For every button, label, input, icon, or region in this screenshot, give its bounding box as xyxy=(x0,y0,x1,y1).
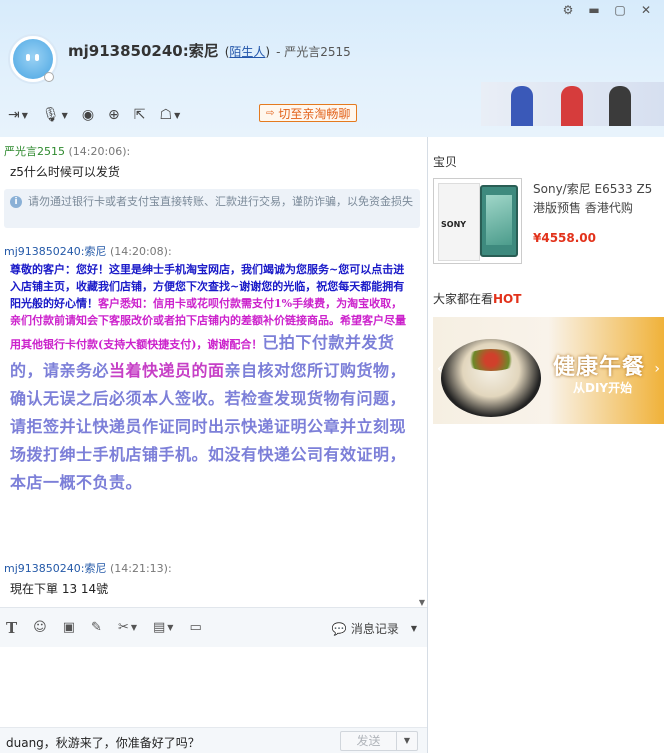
close-icon[interactable]: ✕ xyxy=(638,2,654,18)
header-ad-banner[interactable] xyxy=(481,82,664,126)
maximize-icon[interactable]: ▢ xyxy=(612,2,628,18)
transfer-file-icon[interactable]: ⇥ ▼ xyxy=(8,104,28,126)
message-text: 現在下單 13 14號 xyxy=(10,582,109,596)
message-time: (14:20:08): xyxy=(109,245,172,258)
ad-food-image xyxy=(441,339,541,417)
message-time: (14:21:13): xyxy=(109,562,172,575)
edit-icon[interactable]: ✎ xyxy=(91,620,102,635)
promo-text[interactable]: duang，秋游来了，你准备好了吗？ xyxy=(6,734,200,751)
screen-icon[interactable]: ▭ xyxy=(189,620,201,635)
image-icon[interactable]: ▣ xyxy=(63,620,75,635)
scroll-down-icon[interactable]: ▼ xyxy=(419,598,425,607)
emoji-icon[interactable]: ☺ xyxy=(33,620,47,635)
message-item: 严光言2515 (14:20:06): z5什么时候可以发货 xyxy=(0,143,130,180)
contact-name[interactable]: mj913850240:索尼 xyxy=(68,40,219,61)
status-icon xyxy=(44,72,54,82)
product-section-title: 宝贝 xyxy=(433,155,458,169)
send-options-icon[interactable]: ▼ xyxy=(397,732,417,750)
message-item: mj913850240:索尼 (14:21:13): 現在下單 13 14號 xyxy=(0,560,172,597)
switch-icon: ⇨ xyxy=(266,107,275,119)
security-notice: i 请勿通过银行卡或者支付宝直接转账、汇款进行交易，谨防诈骗，以免资金损失 xyxy=(4,189,420,228)
add-contact-icon[interactable]: ⊕ xyxy=(108,104,120,126)
product-price: ¥4558.00 xyxy=(533,231,597,245)
scissors-icon[interactable]: ✂ ▼ xyxy=(118,620,137,635)
product-image[interactable]: SONY xyxy=(433,178,522,264)
font-icon[interactable]: T xyxy=(6,619,17,637)
bottom-bar: duang，秋游来了，你准备好了吗？ 发送 ▼ xyxy=(0,727,427,753)
chat-history[interactable]: 严光言2515 (14:20:06): z5什么时候可以发货 i 请勿通过银行卡… xyxy=(0,137,427,607)
minimize-icon[interactable]: ▬ xyxy=(586,2,602,18)
message-sender[interactable]: mj913850240:索尼 xyxy=(4,562,106,575)
message-item: mj913850240:索尼 (14:20:08): xyxy=(0,243,172,259)
contact-title: mj913850240:索尼 (陌生人) - 严光言2515 xyxy=(68,40,351,61)
chevron-down-icon[interactable]: ▼ xyxy=(411,624,417,633)
lunch-ad-banner[interactable]: 健康午餐 从DIY开始 ‹ › xyxy=(433,317,664,424)
table-icon[interactable]: ▤ ▼ xyxy=(153,620,173,635)
switch-chat-button[interactable]: ⇨ 切至亲淘畅聊 xyxy=(259,104,358,122)
shop-auto-reply: 尊敬的客户：您好！这里是绅士手机淘宝网店，我们竭诚为您服务~您可以点击进入店铺主… xyxy=(10,263,407,492)
message-input[interactable] xyxy=(0,647,427,727)
banner-model-image xyxy=(561,86,583,126)
message-sender[interactable]: 严光言2515 xyxy=(4,145,65,158)
hot-section-title: 大家都在看HOT xyxy=(433,292,522,306)
banner-model-image xyxy=(511,86,533,126)
product-name[interactable]: Sony/索尼 E6533 Z5港版预售 香港代购 xyxy=(533,180,659,218)
history-icon: 💬 xyxy=(331,621,347,636)
message-sender[interactable]: mj913850240:索尼 xyxy=(4,245,106,258)
chat-toolbar: ⇥ ▼ 🎙 ▼ ◉ ⊕ ⇱ ☖ ▼ xyxy=(8,104,180,126)
history-button[interactable]: 💬 消息记录 ▼ xyxy=(332,620,417,637)
relation-badge: (陌生人) xyxy=(224,45,271,59)
relation-link[interactable]: 陌生人 xyxy=(229,45,265,59)
chevron-right-icon[interactable]: › xyxy=(654,361,660,377)
info-icon: i xyxy=(10,196,22,208)
microphone-icon[interactable]: 🎙 ▼ xyxy=(42,104,68,126)
banner-model-image xyxy=(609,86,631,126)
window-controls: ⚙ ▬ ▢ ✕ xyxy=(560,2,654,18)
settings-icon[interactable]: ⚙ xyxy=(560,2,576,18)
video-call-icon[interactable]: ◉ xyxy=(82,104,94,126)
message-time: (14:20:06): xyxy=(68,145,131,158)
remote-assist-icon[interactable]: ☖ ▼ xyxy=(160,104,181,126)
message-text: z5什么时候可以发货 xyxy=(10,165,120,179)
input-toolbar: T ☺ ▣ ✎ ✂ ▼ ▤ ▼ ▭ 💬 消息记录 ▼ xyxy=(0,607,427,647)
screen-share-icon[interactable]: ⇱ xyxy=(134,104,146,126)
contact-extra: - 严光言2515 xyxy=(276,45,351,59)
side-panel: 宝贝 SONY Sony/索尼 E6533 Z5港版预售 香港代购 ¥4558.… xyxy=(428,137,664,753)
send-button[interactable]: 发送 ▼ xyxy=(340,731,418,751)
chat-header: ⚙ ▬ ▢ ✕ mj913850240:索尼 (陌生人) - 严光言2515 ⇥… xyxy=(0,0,664,137)
chevron-left-icon[interactable]: ‹ xyxy=(437,361,443,377)
